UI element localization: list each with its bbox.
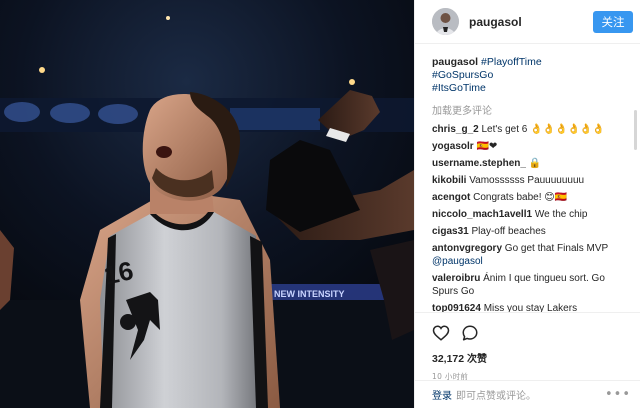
user-avatar[interactable] xyxy=(432,8,459,35)
hashtag-link[interactable]: #PlayoffTime xyxy=(481,56,542,68)
comment-username[interactable]: niccolo_mach1avell1 xyxy=(432,209,532,220)
comment-item: kikobili Vamossssss Pauuuuuuuu xyxy=(432,174,631,187)
comment-item: username.stephen_ 🔒 xyxy=(432,157,631,170)
post-caption: paugasol #PlayoffTime #GoSpursGo #ItsGoT… xyxy=(432,56,631,96)
comment-item: valeroibru Ánim I que tingueu sort. Go S… xyxy=(432,272,631,298)
comment-mention-link[interactable]: @paugasol xyxy=(432,256,483,267)
hashtag-link[interactable]: #ItsGoTime xyxy=(432,82,631,95)
comment-item: acengot Congrats babe! 😊🇪🇸 xyxy=(432,191,631,204)
post-header: paugasol 关注 xyxy=(415,0,640,44)
comment-text: 🔒 xyxy=(528,157,542,169)
hashtag-link[interactable]: #GoSpursGo xyxy=(432,69,631,82)
heart-icon[interactable] xyxy=(432,324,450,342)
comment-username[interactable]: valeroibru xyxy=(432,273,480,284)
action-icons xyxy=(432,321,624,345)
comment-item: top091624 Miss you stay Lakers xyxy=(432,302,631,312)
instagram-post: NEW INTENSITY 16 paugasol 关注 paugasol #P… xyxy=(0,0,640,408)
login-prompt: 登录 即可点赞或评论。 ••• xyxy=(415,380,640,408)
likes-count[interactable]: 32,172 次赞 xyxy=(432,350,624,365)
avatar-image xyxy=(432,8,459,35)
comment-text: Vamossssss Pauuuuuuuu xyxy=(469,174,585,186)
comment-username[interactable]: top091624 xyxy=(432,303,481,312)
comment-text: Play-off beaches xyxy=(471,225,546,237)
comment-text: We the chip xyxy=(534,208,588,220)
comment-username[interactable]: acengot xyxy=(432,192,470,203)
comment-username[interactable]: chris_g_2 xyxy=(432,124,479,135)
banner-text: NEW INTENSITY xyxy=(274,289,345,299)
caption-username[interactable]: paugasol xyxy=(432,56,478,68)
comments-section: paugasol #PlayoffTime #GoSpursGo #ItsGoT… xyxy=(415,50,640,312)
comments-scrollbar[interactable] xyxy=(634,110,637,150)
comment-item: antonvgregory Go get that Finals MVP @pa… xyxy=(432,242,631,268)
comment-text: Congrats babe! 😊🇪🇸 xyxy=(473,191,568,203)
login-link[interactable]: 登录 xyxy=(432,387,452,402)
likes-unit: 次赞 xyxy=(467,354,488,365)
load-more-comments-link[interactable]: 加载更多评论 xyxy=(432,102,631,117)
comment-item: yogasolr 🇪🇸❤ xyxy=(432,140,631,153)
header-username[interactable]: paugasol xyxy=(469,15,593,29)
comment-username[interactable]: kikobili xyxy=(432,175,466,186)
jersey-number: 16 xyxy=(101,255,136,290)
post-side-panel: paugasol 关注 paugasol #PlayoffTime #GoSpu… xyxy=(414,0,640,408)
basketball-player-photo: NEW INTENSITY 16 xyxy=(0,0,414,408)
comment-item: chris_g_2 Let's get 6 👌👌👌👌👌👌 xyxy=(432,123,631,136)
comment-username[interactable]: cigas31 xyxy=(432,226,469,237)
follow-button[interactable]: 关注 xyxy=(593,10,633,33)
comment-username[interactable]: antonvgregory xyxy=(432,243,502,254)
login-hint: 即可点赞或评论。 xyxy=(456,391,536,402)
comment-text: Go get that Finals MVP xyxy=(504,242,608,254)
comment-item: niccolo_mach1avell1 We the chip xyxy=(432,208,631,221)
more-options-icon[interactable]: ••• xyxy=(605,387,631,402)
comment-text: Let's get 6 👌👌👌👌👌👌 xyxy=(481,123,605,135)
likes-number: 32,172 xyxy=(432,353,465,365)
comment-text: Miss you stay Lakers xyxy=(483,302,578,312)
comment-username[interactable]: yogasolr xyxy=(432,141,474,152)
comment-text: 🇪🇸❤ xyxy=(476,140,498,152)
comment-username[interactable]: username.stephen_ xyxy=(432,158,526,169)
post-photo[interactable]: NEW INTENSITY 16 xyxy=(0,0,414,408)
comment-icon[interactable] xyxy=(461,324,479,342)
comment-item: cigas31 Play-off beaches xyxy=(432,225,631,238)
